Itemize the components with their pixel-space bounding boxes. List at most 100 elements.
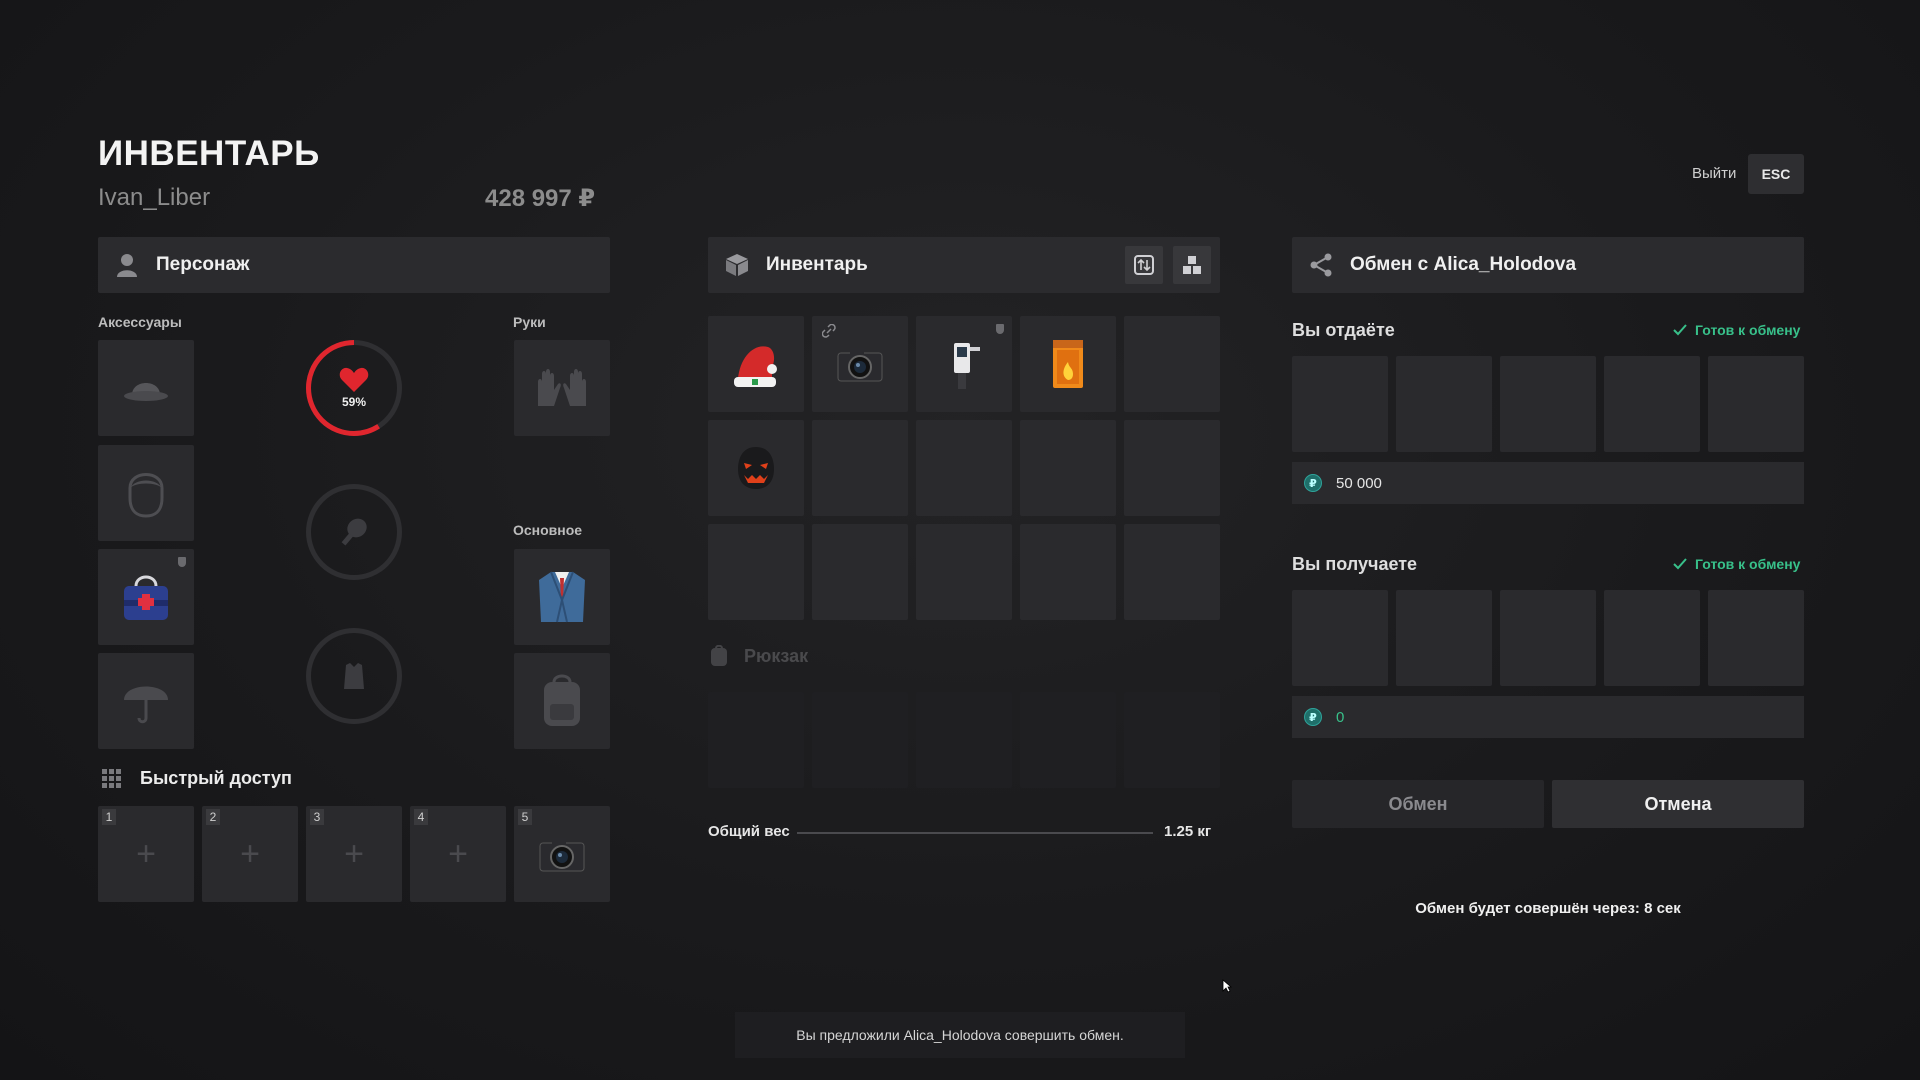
esc-button[interactable]: ESC bbox=[1748, 154, 1804, 194]
backpack-title: Рюкзак bbox=[744, 645, 809, 666]
ruble-coin-icon: ₽ bbox=[1304, 474, 1322, 492]
backpack-slot-item bbox=[708, 692, 804, 788]
plus-icon: + bbox=[136, 834, 156, 873]
give-slot[interactable] bbox=[1708, 356, 1804, 452]
health-ring: 59% bbox=[306, 340, 402, 436]
backpack-slot-item bbox=[1020, 692, 1116, 788]
trade-panel-header: Обмен с Alica_Holodova bbox=[1292, 237, 1804, 293]
share-icon bbox=[1308, 252, 1334, 278]
character-title: Персонаж bbox=[156, 254, 250, 275]
inventory-slot[interactable] bbox=[1124, 524, 1220, 620]
weight-value: 1.25 кг bbox=[1164, 823, 1212, 840]
backpack-slot-item bbox=[812, 692, 908, 788]
give-money-field[interactable]: ₽ 50 000 bbox=[1292, 462, 1804, 504]
cancel-button[interactable]: Отмена bbox=[1552, 780, 1804, 828]
backpack-icon bbox=[711, 645, 727, 666]
inventory-slot[interactable] bbox=[916, 316, 1012, 412]
plus-icon: + bbox=[240, 834, 260, 873]
inventory-slot[interactable] bbox=[1020, 524, 1116, 620]
character-panel-header: Персонаж bbox=[98, 237, 610, 293]
pin-icon bbox=[178, 557, 186, 567]
boxes-icon bbox=[1183, 256, 1201, 274]
exchange-button[interactable]: Обмен bbox=[1292, 780, 1544, 828]
sort-button[interactable] bbox=[1125, 246, 1163, 284]
suit-icon bbox=[539, 571, 585, 623]
umbrella-slot[interactable] bbox=[98, 653, 194, 749]
inventory-slot[interactable] bbox=[812, 420, 908, 516]
give-title: Вы отдаёте bbox=[1292, 320, 1395, 340]
receive-money-field: ₽ 0 bbox=[1292, 696, 1804, 738]
quick-slot-number: 3 bbox=[310, 809, 324, 825]
give-ready-status: Готов к обмену bbox=[1673, 322, 1800, 338]
camera-icon bbox=[837, 348, 883, 382]
inventory-slot[interactable] bbox=[708, 420, 804, 516]
link-icon bbox=[821, 323, 836, 343]
weight-label: Общий вес bbox=[708, 823, 790, 840]
matches-icon bbox=[1053, 340, 1083, 388]
quick-access-title: Быстрый доступ bbox=[140, 768, 292, 788]
hands-slot[interactable] bbox=[514, 340, 610, 436]
grid-icon bbox=[102, 768, 121, 788]
inventory-slot[interactable] bbox=[916, 524, 1012, 620]
give-slot[interactable] bbox=[1396, 356, 1492, 452]
quick-slot-number: 1 bbox=[102, 809, 116, 825]
check-icon bbox=[1673, 324, 1687, 336]
trade-countdown: Обмен будет совершён через: 8 сек bbox=[1415, 900, 1681, 917]
receive-slot bbox=[1500, 590, 1596, 686]
hands-label: Руки bbox=[513, 314, 546, 330]
drumstick-icon bbox=[341, 518, 367, 546]
face-slot[interactable] bbox=[98, 445, 194, 541]
hat-slot[interactable] bbox=[98, 340, 194, 436]
exit-label[interactable]: Выйти bbox=[1692, 165, 1736, 182]
inventory-slot[interactable] bbox=[1124, 420, 1220, 516]
receive-title: Вы получаете bbox=[1292, 554, 1418, 574]
quick-slot-number: 2 bbox=[206, 809, 220, 825]
hat-icon bbox=[124, 383, 168, 401]
give-slot[interactable] bbox=[1604, 356, 1700, 452]
medical-bag-icon bbox=[124, 575, 168, 620]
quick-slot-3[interactable]: 3 + bbox=[306, 806, 402, 902]
box-icon bbox=[724, 252, 750, 278]
weight-bar bbox=[797, 832, 1153, 834]
quick-access-header: Быстрый доступ bbox=[102, 768, 292, 789]
backpack-slot[interactable] bbox=[514, 653, 610, 749]
inventory-slot[interactable] bbox=[708, 524, 804, 620]
check-icon bbox=[1673, 558, 1687, 570]
receive-slot bbox=[1708, 590, 1804, 686]
receive-slot bbox=[1292, 590, 1388, 686]
give-slot[interactable] bbox=[1292, 356, 1388, 452]
quick-slot-1[interactable]: 1 + bbox=[98, 806, 194, 902]
clothing-slot[interactable] bbox=[514, 549, 610, 645]
pin-icon bbox=[996, 324, 1004, 334]
inventory-slot[interactable] bbox=[1020, 420, 1116, 516]
camera-icon bbox=[539, 838, 585, 872]
notification-toast: Вы предложили Alica_Holodova совершить о… bbox=[735, 1012, 1185, 1058]
give-money-value: 50 000 bbox=[1336, 474, 1382, 492]
receive-money-value: 0 bbox=[1336, 708, 1345, 726]
give-ready-label: Готов к обмену bbox=[1695, 322, 1801, 338]
quick-slot-2[interactable]: 2 + bbox=[202, 806, 298, 902]
quick-slot-4[interactable]: 4 + bbox=[410, 806, 506, 902]
inventory-slot[interactable] bbox=[916, 420, 1012, 516]
armor-ring bbox=[306, 628, 402, 724]
inventory-slot[interactable] bbox=[1124, 316, 1220, 412]
receive-ready-status: Готов к обмену bbox=[1673, 556, 1800, 572]
bag-slot[interactable] bbox=[98, 549, 194, 645]
backpack-slot-item bbox=[916, 692, 1012, 788]
inventory-slot[interactable] bbox=[812, 524, 908, 620]
stack-button[interactable] bbox=[1173, 246, 1211, 284]
inventory-slot[interactable] bbox=[1020, 316, 1116, 412]
inventory-slot[interactable] bbox=[708, 316, 804, 412]
inventory-title: Инвентарь bbox=[766, 254, 868, 275]
ruble-coin-icon: ₽ bbox=[1304, 708, 1322, 726]
inventory-slot[interactable] bbox=[812, 316, 908, 412]
receive-slot bbox=[1396, 590, 1492, 686]
quick-slot-5[interactable]: 5 bbox=[514, 806, 610, 902]
give-slot[interactable] bbox=[1500, 356, 1596, 452]
radiation-meter-icon bbox=[954, 343, 980, 389]
page-title: ИНВЕНТАРЬ bbox=[98, 134, 320, 173]
vest-icon bbox=[344, 663, 364, 689]
head-icon bbox=[128, 473, 164, 518]
quick-slot-number: 5 bbox=[518, 809, 532, 825]
receive-ready-label: Готов к обмену bbox=[1695, 556, 1801, 572]
